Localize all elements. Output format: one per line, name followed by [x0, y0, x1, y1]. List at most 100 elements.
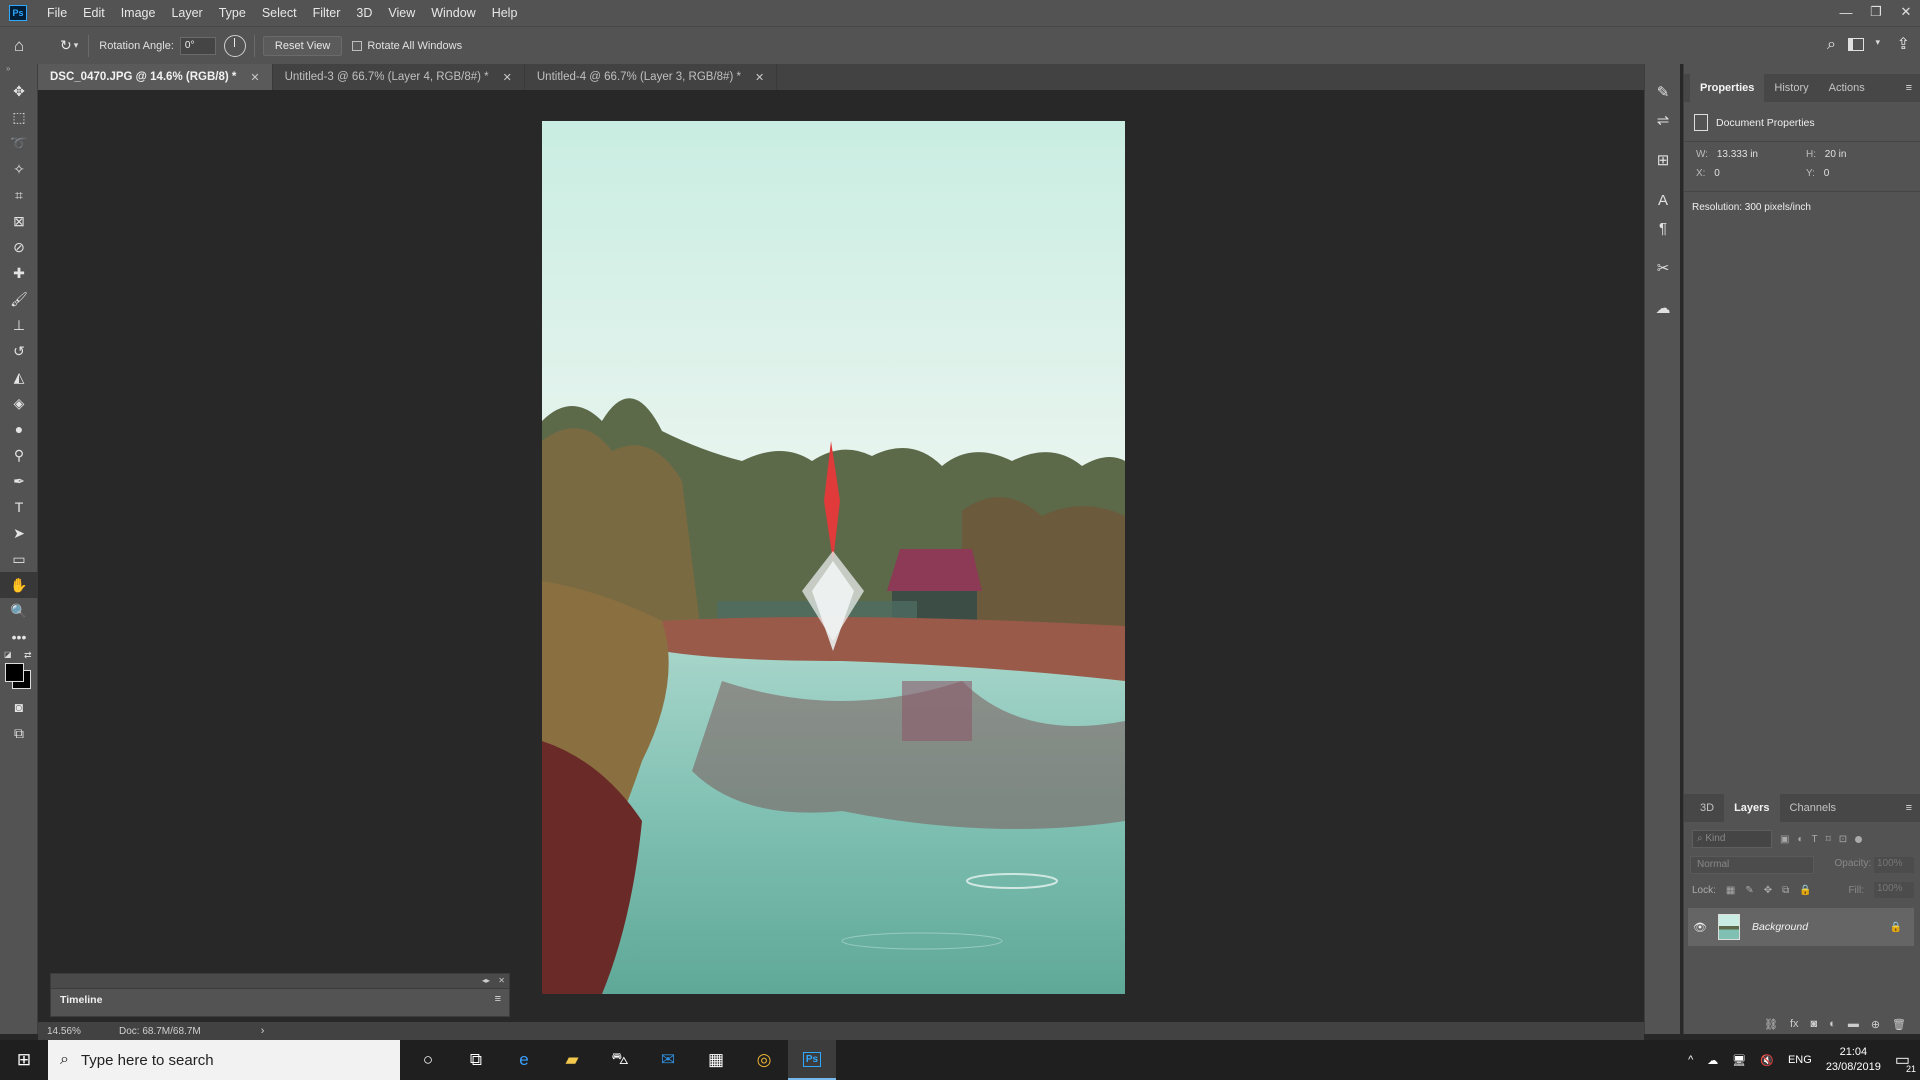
eye-icon[interactable]: 👁: [1688, 921, 1712, 934]
w-value[interactable]: 13.333 in: [1717, 149, 1758, 160]
type-tool-icon[interactable]: T: [0, 494, 38, 520]
rotate-view-tool-icon[interactable]: ↻: [60, 37, 72, 54]
rotate-view-tool-icon[interactable]: ✋: [0, 572, 38, 598]
tab-3d[interactable]: 3D: [1690, 794, 1724, 822]
menu-select[interactable]: Select: [254, 6, 305, 20]
file-explorer-icon[interactable]: ▰: [548, 1040, 596, 1080]
tab-channels[interactable]: Channels: [1780, 794, 1846, 822]
magic-wand-tool-icon[interactable]: ✧: [0, 156, 38, 182]
restore-icon[interactable]: ❐: [1862, 0, 1890, 24]
menu-help[interactable]: Help: [484, 6, 526, 20]
dodge-tool-icon[interactable]: ⚲: [0, 442, 38, 468]
menu-window[interactable]: Window: [423, 6, 483, 20]
opacity-input[interactable]: 100%: [1874, 857, 1914, 873]
status-menu-icon[interactable]: ›: [261, 1025, 265, 1037]
character-icon[interactable]: A: [1645, 186, 1681, 214]
layer-filter-input[interactable]: ⌕ Kind: [1692, 830, 1772, 848]
filter-pixel-icon[interactable]: ▣: [1780, 834, 1789, 845]
default-colors-icon[interactable]: ◪: [4, 650, 12, 659]
path-selection-tool-icon[interactable]: ➤: [0, 520, 38, 546]
y-value[interactable]: 0: [1824, 168, 1830, 179]
screen-mode-icon[interactable]: ⧉: [0, 720, 38, 746]
windows-start-icon[interactable]: ⊞: [0, 1040, 48, 1080]
home-icon[interactable]: ⌂: [14, 36, 42, 56]
lock-all-icon[interactable]: 🔒: [1799, 885, 1811, 896]
fill-input[interactable]: 100%: [1874, 882, 1914, 898]
foreground-color-swatch[interactable]: [5, 663, 24, 682]
eraser-tool-icon[interactable]: ◭: [0, 364, 38, 390]
brush-settings-icon[interactable]: ✎: [1645, 78, 1681, 106]
collapse-arrows-icon[interactable]: »: [0, 64, 37, 74]
clone-stamp-tool-icon[interactable]: ⊥: [0, 312, 38, 338]
network-icon[interactable]: 🖥: [1732, 1054, 1746, 1067]
paragraph-icon[interactable]: ¶: [1645, 214, 1681, 242]
healing-brush-tool-icon[interactable]: ✚: [0, 260, 38, 286]
panel-menu-icon[interactable]: ≡: [1906, 82, 1912, 94]
quick-mask-icon[interactable]: ◙: [0, 694, 38, 720]
layer-row[interactable]: 👁 Background 🔒: [1688, 908, 1914, 946]
rotation-angle-input[interactable]: 0°: [179, 36, 216, 55]
onedrive-icon[interactable]: ☁: [1707, 1054, 1718, 1067]
layer-mask-icon[interactable]: ◙: [1811, 1018, 1818, 1031]
lasso-tool-icon[interactable]: ➰: [0, 130, 38, 156]
menu-filter[interactable]: Filter: [305, 6, 349, 20]
lock-icon[interactable]: 🔒: [1890, 922, 1902, 933]
menu-type[interactable]: Type: [211, 6, 254, 20]
h-value[interactable]: 20 in: [1825, 149, 1847, 160]
workspace-chevron-icon[interactable]: ▾: [1875, 37, 1880, 48]
language-indicator[interactable]: ENG: [1788, 1054, 1812, 1066]
minimize-icon[interactable]: —: [1832, 0, 1860, 24]
menu-image[interactable]: Image: [113, 6, 164, 20]
frame-tool-icon[interactable]: ⊠: [0, 208, 38, 234]
filter-toggle[interactable]: [1855, 835, 1863, 843]
panel-menu-icon[interactable]: ≡: [1906, 802, 1912, 814]
link-layers-icon[interactable]: ⛓: [1764, 1018, 1778, 1031]
tab-layers[interactable]: Layers: [1724, 794, 1780, 822]
clone-source-icon[interactable]: ⊞: [1645, 146, 1681, 174]
move-tool-icon[interactable]: ✥: [0, 78, 38, 104]
brush-tool-icon[interactable]: 🖌: [0, 286, 38, 312]
tab-history[interactable]: History: [1764, 74, 1818, 102]
close-icon[interactable]: ✕: [1892, 0, 1920, 24]
lock-image-icon[interactable]: ✎: [1745, 885, 1753, 896]
timeline-tab[interactable]: Timeline: [60, 994, 102, 1006]
new-group-icon[interactable]: ▬: [1848, 1018, 1859, 1031]
close-icon[interactable]: ✕: [755, 71, 764, 84]
collapse-arrows-icon[interactable]: ◂▸: [482, 976, 490, 985]
menu-layer[interactable]: Layer: [163, 6, 210, 20]
tab-untitled-3[interactable]: Untitled-3 @ 66.7% (Layer 4, RGB/8#) * ✕: [273, 64, 525, 90]
tool-presets-icon[interactable]: ✂: [1645, 254, 1681, 282]
close-icon[interactable]: ✕: [250, 71, 259, 84]
workspace-icon[interactable]: [1848, 38, 1864, 51]
task-view-icon[interactable]: ⧉: [452, 1040, 500, 1080]
history-brush-tool-icon[interactable]: ↺: [0, 338, 38, 364]
x-value[interactable]: 0: [1714, 168, 1720, 179]
edge-browser-icon[interactable]: e: [500, 1040, 548, 1080]
new-layer-icon[interactable]: ⊕: [1871, 1018, 1880, 1031]
clock[interactable]: 21:04 23/08/2019: [1826, 1045, 1881, 1075]
filter-adjustment-icon[interactable]: ◐: [1797, 834, 1803, 845]
paint-bucket-tool-icon[interactable]: ◈: [0, 390, 38, 416]
marquee-tool-icon[interactable]: ⬚: [0, 104, 38, 130]
rectangle-tool-icon[interactable]: ▭: [0, 546, 38, 572]
filter-type-icon[interactable]: T: [1812, 834, 1818, 845]
eyedropper-tool-icon[interactable]: ⊘: [0, 234, 38, 260]
chevron-up-icon[interactable]: ^: [1688, 1054, 1693, 1066]
libraries-icon[interactable]: ☁: [1645, 294, 1681, 322]
menu-view[interactable]: View: [380, 6, 423, 20]
outlook-icon[interactable]: ✉: [644, 1040, 692, 1080]
swap-colors-icon[interactable]: ⇄: [24, 650, 32, 661]
delete-layer-icon[interactable]: 🗑: [1892, 1018, 1906, 1031]
more-tools-icon[interactable]: •••: [0, 624, 38, 650]
rotation-dial-icon[interactable]: [223, 34, 246, 57]
reset-view-button[interactable]: Reset View: [262, 35, 343, 56]
adjustment-layer-icon[interactable]: ◐: [1829, 1018, 1836, 1031]
blend-mode-select[interactable]: Normal: [1690, 856, 1814, 874]
store-icon[interactable]: ⛍: [596, 1040, 644, 1080]
chevron-down-icon[interactable]: ▾: [74, 40, 79, 51]
close-icon[interactable]: ✕: [503, 71, 512, 84]
panel-menu-icon[interactable]: ≡: [495, 993, 501, 1005]
photoshop-taskbar-icon[interactable]: Ps: [788, 1040, 836, 1080]
calculator-icon[interactable]: ▦: [692, 1040, 740, 1080]
crop-tool-icon[interactable]: ⌗: [0, 182, 38, 208]
